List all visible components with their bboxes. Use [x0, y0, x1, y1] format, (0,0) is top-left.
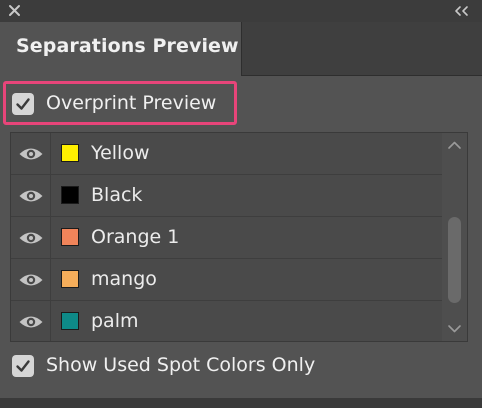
show-used-spot-colors-option[interactable]: Show Used Spot Colors Only [12, 354, 342, 379]
list-scrollbar[interactable] [442, 133, 467, 341]
ink-name: Orange 1 [91, 226, 180, 248]
tab-row: Separations Preview [0, 22, 482, 76]
checkmark-icon [16, 98, 30, 110]
tab-separations-preview[interactable]: Separations Preview [0, 22, 242, 76]
ink-list: Yellow Black Orange 1 mango palm [10, 132, 468, 342]
eye-icon[interactable] [11, 133, 51, 174]
ink-swatch [61, 144, 79, 162]
list-item[interactable]: Orange 1 [11, 217, 442, 259]
ink-name: Yellow [91, 142, 150, 164]
overprint-preview-option[interactable]: Overprint Preview [12, 92, 232, 117]
ink-swatch [61, 186, 79, 204]
eye-icon[interactable] [11, 217, 51, 258]
close-icon[interactable] [6, 2, 24, 20]
chevron-down-icon[interactable] [446, 321, 463, 335]
show-used-spot-colors-checkbox[interactable] [12, 355, 34, 377]
tab-divider [242, 75, 482, 76]
list-item[interactable]: Black [11, 175, 442, 217]
overprint-preview-label: Overprint Preview [46, 92, 217, 114]
checkmark-icon [16, 360, 30, 372]
chevron-up-icon[interactable] [446, 137, 463, 151]
resize-grip-icon[interactable] [217, 400, 265, 406]
show-used-spot-colors-label: Show Used Spot Colors Only [46, 354, 316, 376]
ink-swatch [61, 228, 79, 246]
ink-name: Black [91, 184, 143, 206]
eye-icon[interactable] [11, 301, 51, 341]
eye-icon[interactable] [11, 259, 51, 300]
list-item[interactable]: palm [11, 301, 442, 341]
ink-swatch [61, 270, 79, 288]
panel-title-bar [0, 0, 482, 22]
ink-swatch [61, 312, 79, 330]
scrollbar-thumb[interactable] [448, 217, 461, 303]
overprint-preview-checkbox[interactable] [12, 93, 34, 115]
ink-name: mango [91, 268, 157, 290]
tab-label: Separations Preview [16, 35, 239, 57]
ink-name: palm [91, 310, 139, 332]
separations-preview-panel: Separations Preview Overprint Preview Ye… [0, 0, 482, 408]
eye-icon[interactable] [11, 175, 51, 216]
list-item[interactable]: mango [11, 259, 442, 301]
double-chevron-left-icon[interactable] [450, 2, 474, 20]
list-item[interactable]: Yellow [11, 133, 442, 175]
